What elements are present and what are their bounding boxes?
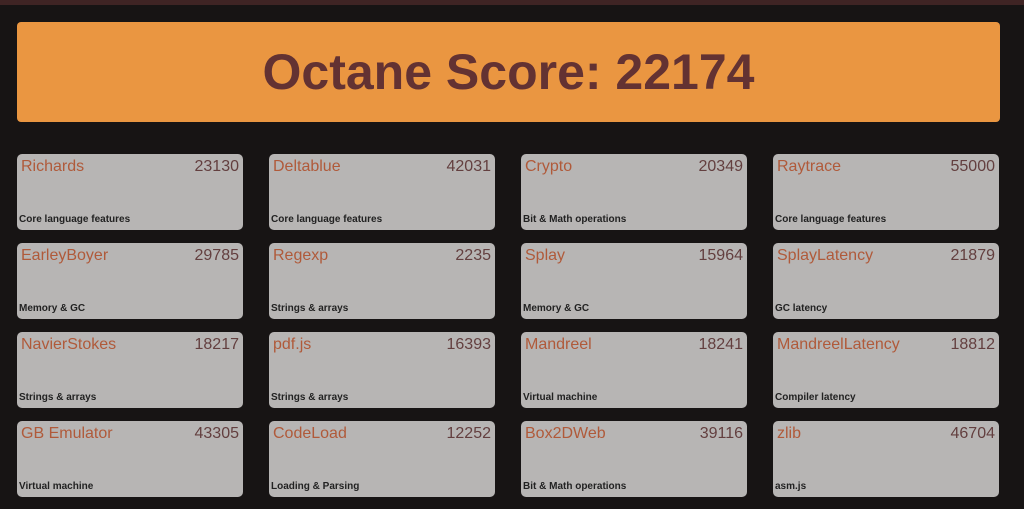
benchmark-score: 20349 (698, 158, 744, 175)
benchmark-category: Compiler latency (775, 392, 856, 403)
benchmark-card: Crypto 20349 Bit & Math operations (521, 154, 747, 230)
benchmark-score: 15964 (698, 247, 744, 264)
benchmark-name: zlib (777, 425, 802, 442)
benchmark-card: Raytrace 55000 Core language features (773, 154, 999, 230)
benchmark-score: 39116 (699, 425, 743, 442)
benchmark-category: Core language features (271, 214, 383, 225)
benchmark-card: GB Emulator 43305 Virtual machine (17, 421, 243, 497)
benchmark-card: Box2DWeb 39116 Bit & Math operations (521, 421, 747, 497)
benchmark-card: SplayLatency 21879 GC latency (773, 243, 999, 319)
benchmark-card: zlib 46704 asm.js (773, 421, 999, 497)
benchmark-category: Memory & GC (19, 303, 86, 314)
benchmark-name: MandreelLatency (777, 336, 900, 353)
benchmark-category: Core language features (775, 214, 887, 225)
benchmark-name: Box2DWeb (525, 425, 606, 442)
benchmark-score: 29785 (194, 247, 240, 264)
benchmark-score: 43305 (194, 425, 240, 442)
benchmark-score: 18241 (698, 336, 744, 353)
benchmark-card: Mandreel 18241 Virtual machine (521, 332, 747, 408)
benchmark-name: SplayLatency (777, 247, 874, 264)
benchmark-name: Regexp (273, 247, 329, 264)
benchmark-card: Regexp 2235 Strings & arrays (269, 243, 495, 319)
benchmark-score: 55000 (950, 158, 996, 175)
benchmark-score: 42031 (446, 158, 492, 175)
benchmark-category: Virtual machine (19, 481, 94, 492)
benchmark-category: Strings & arrays (19, 392, 97, 403)
octane-score-title: Octane Score: 22174 (262, 44, 755, 100)
benchmark-name: NavierStokes (21, 336, 117, 353)
benchmark-card: EarleyBoyer 29785 Memory & GC (17, 243, 243, 319)
benchmark-score: 18812 (950, 336, 996, 353)
benchmark-category: asm.js (775, 481, 807, 492)
benchmark-name: Raytrace (777, 158, 842, 175)
benchmark-card: MandreelLatency 18812 Compiler latency (773, 332, 999, 408)
benchmark-score: 18217 (194, 336, 240, 353)
benchmark-score: 12252 (446, 425, 492, 442)
benchmark-card: Deltablue 42031 Core language features (269, 154, 495, 230)
benchmark-score: 46704 (950, 425, 996, 442)
benchmark-score: 23130 (194, 158, 240, 175)
benchmark-category: Core language features (19, 214, 131, 225)
benchmark-category: Virtual machine (523, 392, 598, 403)
benchmark-card: CodeLoad 12252 Loading & Parsing (269, 421, 495, 497)
window-top-bar (0, 0, 1024, 5)
benchmark-score: 2235 (455, 247, 491, 264)
benchmark-category: Strings & arrays (271, 392, 349, 403)
benchmark-name: Deltablue (273, 158, 341, 175)
benchmark-category: Memory & GC (523, 303, 590, 314)
benchmark-name: CodeLoad (273, 425, 347, 442)
benchmark-name: Splay (525, 247, 566, 264)
benchmark-card: NavierStokes 18217 Strings & arrays (17, 332, 243, 408)
benchmark-score: 16393 (446, 336, 492, 353)
benchmark-name: GB Emulator (21, 425, 113, 442)
benchmark-name: pdf.js (273, 336, 312, 353)
bottom-strip (0, 503, 1024, 509)
benchmark-card: Splay 15964 Memory & GC (521, 243, 747, 319)
benchmark-category: GC latency (775, 303, 828, 314)
benchmark-category: Strings & arrays (271, 303, 349, 314)
benchmark-category: Bit & Math operations (523, 481, 627, 492)
benchmark-score: 21879 (950, 247, 996, 264)
benchmark-category: Loading & Parsing (271, 481, 360, 492)
benchmark-name: Richards (21, 158, 85, 175)
benchmark-name: Mandreel (525, 336, 592, 353)
benchmark-category: Bit & Math operations (523, 214, 627, 225)
benchmark-name: Crypto (525, 158, 573, 175)
benchmark-card: pdf.js 16393 Strings & arrays (269, 332, 495, 408)
benchmark-card: Richards 23130 Core language features (17, 154, 243, 230)
score-banner: Octane Score: 22174 (17, 22, 1000, 122)
benchmark-name: EarleyBoyer (21, 247, 109, 264)
